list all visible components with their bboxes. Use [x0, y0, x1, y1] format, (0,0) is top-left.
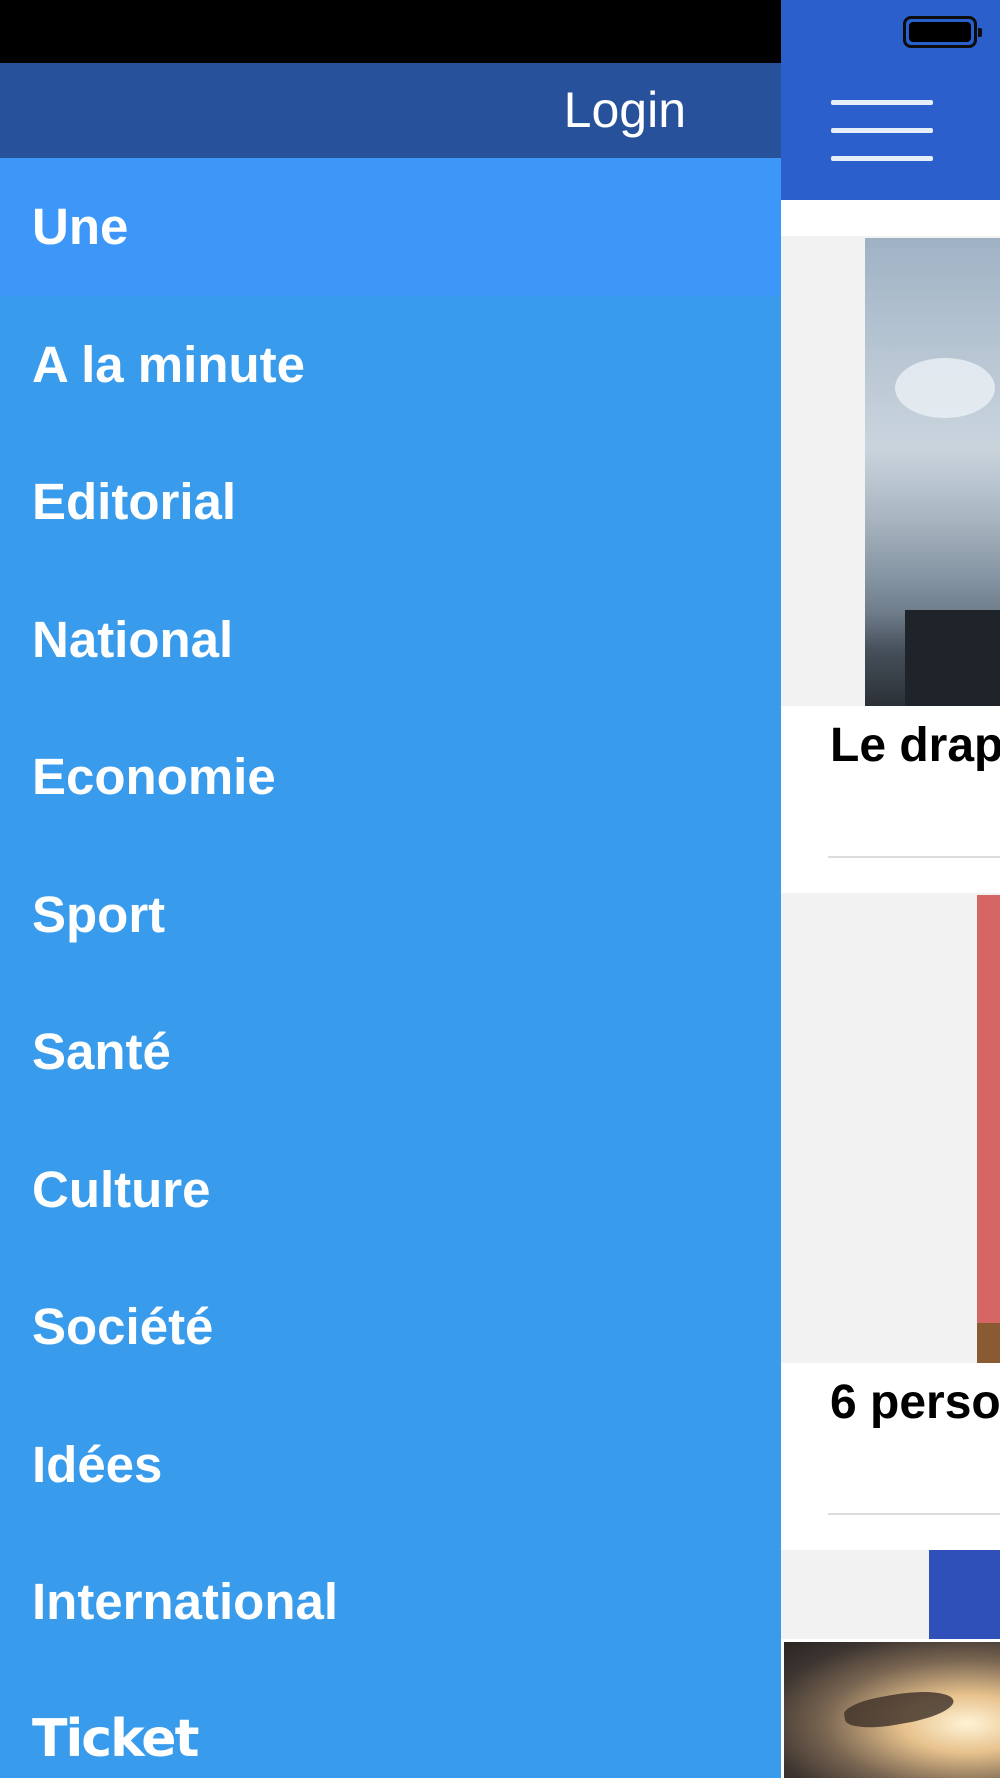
menu-item-sport[interactable]: Sport — [0, 846, 781, 984]
status-bar — [0, 0, 781, 63]
article-image — [977, 895, 1000, 1363]
menu-item-une[interactable]: Une — [0, 158, 781, 296]
article-thumbnail — [781, 893, 1000, 1363]
article-thumbnail — [781, 1550, 1000, 1639]
article-thumbnail — [781, 236, 1000, 706]
menu-item-a-la-minute[interactable]: A la minute — [0, 296, 781, 434]
menu-list: Une A la minute Editorial National Econo… — [0, 158, 781, 1778]
article-title: 6 perso — [830, 1376, 1000, 1429]
battery-icon — [903, 16, 982, 48]
drawer-header: Login — [0, 63, 781, 158]
article-card[interactable] — [781, 1550, 1000, 1778]
divider — [828, 856, 1000, 858]
menu-item-culture[interactable]: Culture — [0, 1121, 781, 1259]
article-title: Le drap — [830, 719, 1000, 772]
app-screen: Login Une A la minute Editorial National… — [0, 0, 1000, 1778]
article-image — [784, 1642, 1000, 1778]
navigation-drawer: Login Une A la minute Editorial National… — [0, 0, 781, 1778]
menu-item-economie[interactable]: Economie — [0, 708, 781, 846]
menu-item-societe[interactable]: Société — [0, 1258, 781, 1396]
login-button[interactable]: Login — [564, 73, 686, 148]
menu-item-editorial[interactable]: Editorial — [0, 433, 781, 571]
hamburger-icon[interactable] — [831, 96, 933, 166]
main-content: Le drap 6 perso — [781, 0, 1000, 1778]
article-card[interactable]: 6 perso — [781, 893, 1000, 1515]
menu-item-idees[interactable]: Idées — [0, 1396, 781, 1534]
menu-item-national[interactable]: National — [0, 571, 781, 709]
article-image — [929, 1550, 1000, 1639]
divider — [828, 1513, 1000, 1515]
article-card[interactable]: Le drap — [781, 236, 1000, 858]
menu-item-international[interactable]: International — [0, 1533, 781, 1671]
app-header — [781, 0, 1000, 200]
menu-item-ticket[interactable]: Ticket — [0, 1671, 781, 1778]
menu-item-sante[interactable]: Santé — [0, 983, 781, 1121]
article-image — [865, 238, 1000, 706]
